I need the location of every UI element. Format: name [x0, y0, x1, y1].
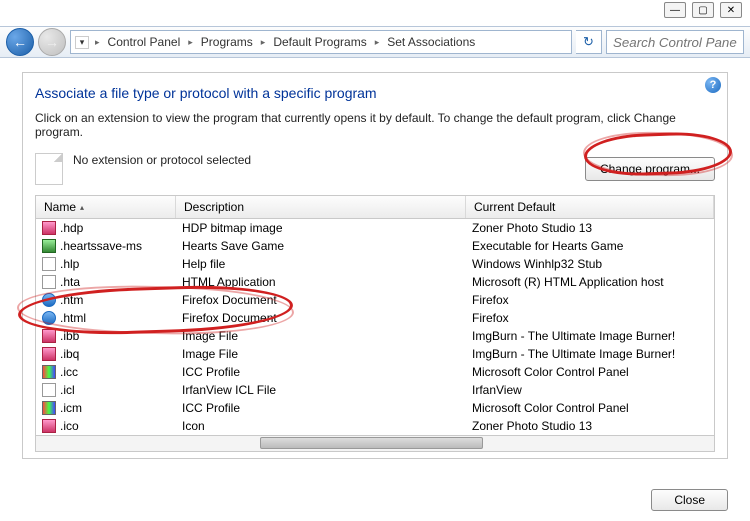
default-program-label: Zoner Photo Studio 13	[466, 419, 714, 433]
breadcrumb-set-associations[interactable]: Set Associations	[383, 35, 479, 49]
description-label: ICC Profile	[176, 401, 466, 415]
table-row[interactable]: .hdp HDP bitmap imageZoner Photo Studio 1…	[36, 219, 714, 237]
help-icon[interactable]: ?	[705, 77, 721, 93]
extension-label: .icl	[60, 383, 75, 397]
description-label: IrfanView ICL File	[176, 383, 466, 397]
column-current-default[interactable]: Current Default	[466, 196, 714, 218]
breadcrumb-dropdown[interactable]: ▾	[75, 36, 89, 49]
file-type-icon	[42, 383, 56, 397]
extension-label: .htm	[60, 293, 83, 307]
default-program-label: Executable for Hearts Game	[466, 239, 714, 253]
file-type-icon	[42, 365, 56, 379]
table-row[interactable]: .htm Firefox DocumentFirefox	[36, 291, 714, 309]
description-label: Help file	[176, 257, 466, 271]
forward-button[interactable]: →	[38, 28, 66, 56]
main-panel: ? Associate a file type or protocol with…	[22, 72, 728, 459]
description-label: Image File	[176, 329, 466, 343]
table-row[interactable]: .ibq Image FileImgBurn - The Ultimate Ima…	[36, 345, 714, 363]
default-program-label: ImgBurn - The Ultimate Image Burner!	[466, 347, 714, 361]
description-label: Image File	[176, 347, 466, 361]
breadcrumb-control-panel[interactable]: Control Panel	[104, 35, 185, 49]
file-type-icon	[42, 293, 56, 307]
blank-file-icon	[35, 153, 63, 185]
default-program-label: Microsoft Color Control Panel	[466, 401, 714, 415]
maximize-button[interactable]: ▢	[692, 2, 714, 18]
description-label: Hearts Save Game	[176, 239, 466, 253]
description-label: HDP bitmap image	[176, 221, 466, 235]
file-type-icon	[42, 419, 56, 433]
table-row[interactable]: .hta HTML ApplicationMicrosoft (R) HTML A…	[36, 273, 714, 291]
no-extension-label: No extension or protocol selected	[73, 153, 575, 167]
extension-label: .hlp	[60, 257, 79, 271]
column-name-label: Name	[44, 200, 76, 214]
table-row[interactable]: .icl IrfanView ICL FileIrfanView	[36, 381, 714, 399]
extension-label: .icm	[60, 401, 82, 415]
breadcrumb-programs[interactable]: Programs	[197, 35, 257, 49]
file-type-icon	[42, 275, 56, 289]
default-program-label: Firefox	[466, 293, 714, 307]
chevron-right-icon: ▸	[186, 37, 195, 48]
description-label: ICC Profile	[176, 365, 466, 379]
table-row[interactable]: .ico IconZoner Photo Studio 13	[36, 417, 714, 435]
extension-label: .icc	[60, 365, 78, 379]
associations-table: Name ▴ Description Current Default .hdp H…	[35, 195, 715, 452]
close-window-button[interactable]: ✕	[720, 2, 742, 18]
chevron-right-icon: ▸	[373, 37, 382, 48]
table-row[interactable]: .icc ICC ProfileMicrosoft Color Control P…	[36, 363, 714, 381]
scroll-thumb[interactable]	[260, 437, 484, 449]
default-program-label: Microsoft Color Control Panel	[466, 365, 714, 379]
table-row[interactable]: .html Firefox DocumentFirefox	[36, 309, 714, 327]
extension-label: .ibq	[60, 347, 79, 361]
extension-label: .hta	[60, 275, 80, 289]
sort-ascending-icon: ▴	[80, 203, 84, 212]
extension-label: .heartssave-ms	[60, 239, 142, 253]
extension-label: .ico	[60, 419, 79, 433]
extension-label: .html	[60, 311, 86, 325]
extension-label: .ibb	[60, 329, 79, 343]
description-label: Icon	[176, 419, 466, 433]
search-input[interactable]	[606, 30, 744, 54]
back-button[interactable]: ←	[6, 28, 34, 56]
instruction-text: Click on an extension to view the progra…	[35, 111, 715, 139]
column-name[interactable]: Name ▴	[36, 196, 176, 218]
file-type-icon	[42, 221, 56, 235]
table-row[interactable]: .hlp Help fileWindows Winhlp32 Stub	[36, 255, 714, 273]
navigation-bar: ← → ▾ ▸ Control Panel ▸ Programs ▸ Defau…	[0, 26, 750, 58]
default-program-label: Zoner Photo Studio 13	[466, 221, 714, 235]
default-program-label: IrfanView	[466, 383, 714, 397]
file-type-icon	[42, 401, 56, 415]
file-type-icon	[42, 239, 56, 253]
table-header: Name ▴ Description Current Default	[36, 196, 714, 219]
refresh-button[interactable]: ↻	[576, 30, 602, 54]
description-label: HTML Application	[176, 275, 466, 289]
column-description[interactable]: Description	[176, 196, 466, 218]
default-program-label: Microsoft (R) HTML Application host	[466, 275, 714, 289]
file-type-icon	[42, 347, 56, 361]
default-program-label: Windows Winhlp32 Stub	[466, 257, 714, 271]
default-program-label: ImgBurn - The Ultimate Image Burner!	[466, 329, 714, 343]
table-row[interactable]: .icm ICC ProfileMicrosoft Color Control P…	[36, 399, 714, 417]
minimize-button[interactable]: —	[664, 2, 686, 18]
breadcrumb[interactable]: ▾ ▸ Control Panel ▸ Programs ▸ Default P…	[70, 30, 572, 54]
file-type-icon	[42, 329, 56, 343]
table-row[interactable]: .ibb Image FileImgBurn - The Ultimate Ima…	[36, 327, 714, 345]
chevron-right-icon: ▸	[93, 37, 102, 48]
breadcrumb-default-programs[interactable]: Default Programs	[269, 35, 370, 49]
description-label: Firefox Document	[176, 311, 466, 325]
horizontal-scrollbar[interactable]	[36, 435, 714, 451]
chevron-right-icon: ▸	[259, 37, 268, 48]
table-row[interactable]: .heartssave-ms Hearts Save GameExecutable…	[36, 237, 714, 255]
file-type-icon	[42, 311, 56, 325]
page-title: Associate a file type or protocol with a…	[35, 85, 715, 101]
description-label: Firefox Document	[176, 293, 466, 307]
extension-label: .hdp	[60, 221, 83, 235]
close-button[interactable]: Close	[651, 489, 728, 511]
file-type-icon	[42, 257, 56, 271]
table-body[interactable]: .hdpHDP bitmap imageZoner Photo Studio 1…	[36, 219, 714, 435]
change-program-button[interactable]: Change program...	[585, 157, 715, 181]
default-program-label: Firefox	[466, 311, 714, 325]
